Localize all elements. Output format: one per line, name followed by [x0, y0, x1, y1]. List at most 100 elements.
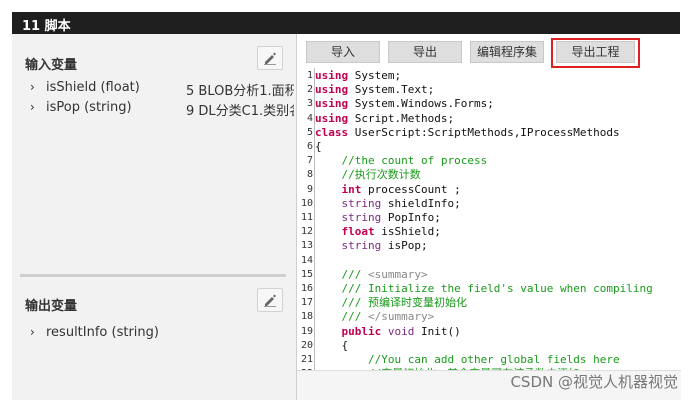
code-line[interactable]: 21 //You can add other global fields her…	[301, 353, 677, 367]
line-number: 9	[306, 183, 313, 195]
code-text: string isPop;	[315, 239, 428, 253]
panel-divider[interactable]	[20, 274, 286, 277]
code-token: /// Initialize the field's value when co…	[315, 282, 653, 295]
code-token: {	[315, 338, 349, 352]
pencil-icon	[264, 294, 276, 307]
code-token: ///	[315, 267, 368, 281]
line-number: 4	[306, 112, 313, 124]
line-number: 21	[301, 354, 314, 365]
edit-assembly-button[interactable]: 编辑程序集	[470, 41, 544, 63]
line-number: 11	[301, 212, 314, 223]
code-text: string PopInfo;	[315, 211, 441, 225]
edit-inputs-button[interactable]	[257, 46, 283, 70]
line-number: 8	[306, 169, 313, 181]
code-token: using	[315, 69, 349, 82]
code-token: System.Text;	[348, 83, 435, 97]
code-token: shieldInfo;	[381, 196, 461, 210]
editor-toolbar: 导入 导出 编辑程序集 导出工程	[297, 34, 681, 68]
code-line[interactable]: 16 /// Initialize the field's value when…	[301, 282, 677, 296]
output-variable-row[interactable]: › resultInfo (string)	[30, 325, 159, 343]
code-text: float isShield;	[315, 225, 441, 239]
input-variable-name: isPop (string)	[46, 100, 132, 115]
code-line[interactable]: 3 using System.Windows.Forms;	[301, 97, 677, 111]
code-token: isShield;	[374, 225, 441, 239]
import-button[interactable]: 导入	[306, 41, 380, 63]
code-token: string	[341, 211, 382, 224]
code-line[interactable]: 7 //the count of process	[301, 154, 677, 168]
input-variable-source: 9 DL分类C1.类别名	[186, 104, 294, 119]
export-button[interactable]: 导出	[388, 41, 462, 63]
code-token: //执行次数计数	[315, 168, 421, 182]
input-variable-name: isShield (float)	[46, 80, 140, 95]
code-line[interactable]: 20 {	[301, 339, 677, 353]
watermark: CSDN @视觉人机器视觉	[510, 373, 678, 391]
code-token: PopInfo;	[381, 211, 441, 224]
code-editor[interactable]: 1 using System; 2 using System.Text; 3 using …	[301, 68, 677, 370]
code-token: ///	[315, 310, 368, 324]
edit-outputs-button[interactable]	[257, 288, 283, 312]
output-variable-name: resultInfo (string)	[46, 325, 159, 340]
code-token: System.Windows.Forms;	[348, 97, 494, 111]
code-token: class	[315, 125, 349, 139]
window-title: 11 脚本	[22, 19, 71, 34]
code-text: //You can add other global fields here	[315, 353, 620, 367]
code-token: </summary>	[367, 310, 435, 324]
code-line[interactable]: 2 using System.Text;	[301, 83, 677, 97]
line-number: 6	[306, 141, 313, 152]
code-line[interactable]: 19 public void Init()	[301, 325, 677, 339]
code-token: {	[315, 140, 322, 153]
code-line[interactable]: 18 /// </summary>	[301, 310, 677, 324]
code-token: <summary>	[367, 267, 428, 281]
input-variable-row[interactable]: › isPop (string) 9 DL分类C1.类别名	[30, 100, 294, 119]
line-number: 14	[301, 254, 314, 266]
code-text: string shieldInfo;	[315, 197, 461, 211]
line-number: 2	[306, 84, 313, 96]
code-line[interactable]: 14	[301, 254, 677, 268]
code-line[interactable]: 8 //执行次数计数	[301, 168, 677, 182]
code-text: public void Init()	[315, 325, 461, 339]
code-line[interactable]: 12 float isShield;	[301, 225, 677, 239]
code-token: using	[315, 111, 349, 125]
code-line[interactable]: 4 using Script.Methods;	[301, 112, 677, 126]
code-text: //执行次数计数	[315, 168, 421, 182]
output-variables-title: 输出变量	[25, 299, 78, 314]
highlight-box	[551, 38, 640, 68]
code-line[interactable]: 6{	[301, 140, 677, 154]
code-text: using System;	[315, 69, 401, 83]
line-number: 5	[306, 126, 313, 138]
code-text: using System.Windows.Forms;	[315, 97, 494, 111]
code-token: using	[315, 97, 349, 111]
code-text: class UserScript:ScriptMethods,IProcessM…	[315, 126, 620, 140]
chevron-right-icon[interactable]: ›	[30, 325, 46, 339]
code-token: Init()	[414, 324, 461, 338]
code-line[interactable]: 11 string PopInfo;	[301, 211, 677, 225]
input-variable-row[interactable]: › isShield (float) 5 BLOB分析1.面积	[30, 80, 294, 99]
code-line[interactable]: 10 string shieldInfo;	[301, 197, 677, 211]
code-line[interactable]: 9 int processCount ;	[301, 183, 677, 197]
code-token: string	[341, 196, 382, 210]
code-line[interactable]: 15 /// <summary>	[301, 268, 677, 282]
line-number: 12	[301, 226, 314, 238]
code-token: processCount ;	[361, 182, 461, 196]
code-line[interactable]: 17 /// 预编译时变量初始化	[301, 296, 677, 310]
chevron-right-icon[interactable]: ›	[30, 100, 46, 114]
code-text: /// </summary>	[315, 310, 434, 324]
code-line[interactable]: 1 using System;	[301, 69, 677, 83]
code-token: //the count of process	[315, 154, 488, 168]
input-variables-title: 输入变量	[25, 58, 78, 73]
code-line[interactable]: 5 class UserScript:ScriptMethods,IProcess…	[301, 126, 677, 140]
code-token: using	[315, 83, 349, 97]
code-token: string	[341, 239, 382, 253]
chevron-right-icon[interactable]: ›	[30, 80, 46, 94]
line-number: 7	[306, 155, 313, 167]
code-token: float	[341, 225, 375, 239]
code-token: void	[387, 324, 415, 338]
line-number: 3	[306, 98, 313, 110]
code-line[interactable]: 13 string isPop;	[301, 239, 677, 253]
